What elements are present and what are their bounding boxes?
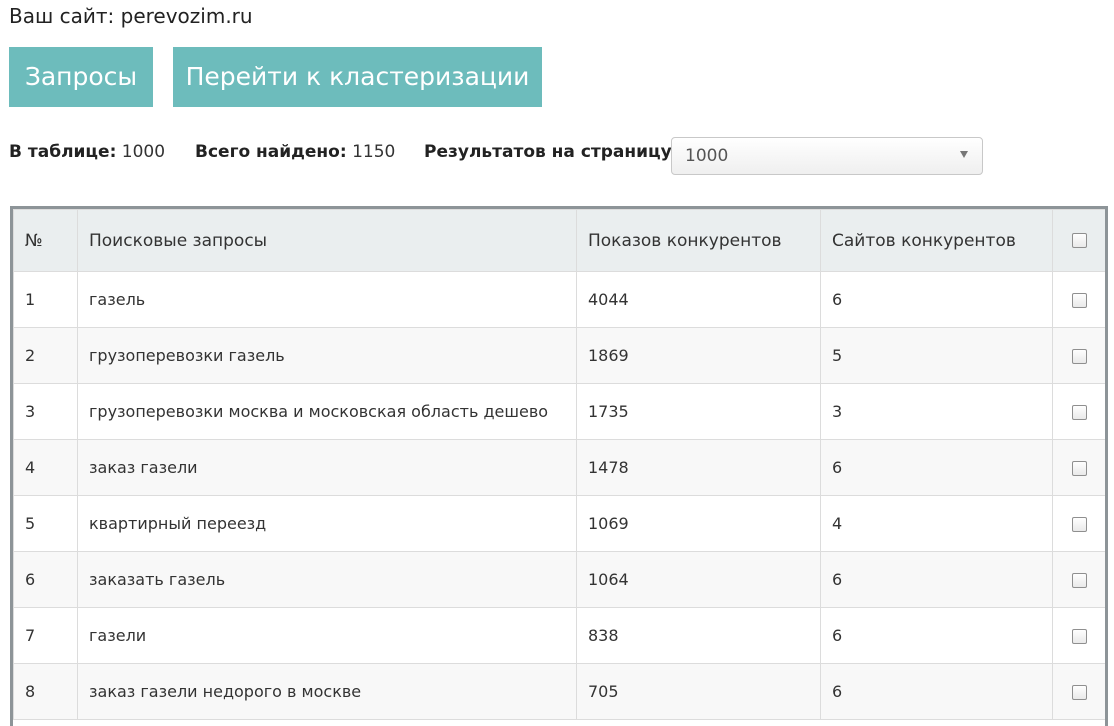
cell-sites: 3 [820,383,1053,440]
cell-query: заказать газель [77,551,577,608]
column-header-impressions[interactable]: Показов конкурентов [576,209,821,272]
column-header-sites[interactable]: Сайтов конкурентов [820,209,1053,272]
table-header-row: № Поисковые запросы Показов конкурентов … [13,209,1105,272]
row-checkbox[interactable] [1071,573,1087,588]
cell-select [1052,607,1105,664]
stat-per-page-label: Результатов на страницу: [424,142,679,162]
column-header-query[interactable]: Поисковые запросы [77,209,577,272]
cell-num: 2 [13,327,78,384]
queries-button[interactable]: Запросы [9,47,153,107]
cell-impressions: 705 [576,663,821,720]
stat-total-found: Всего найдено: 1150 [195,142,395,162]
stat-in-table-label: В таблице: [9,142,117,162]
cell-num: 1 [13,271,78,328]
cell-select [1052,495,1105,552]
table-row: 7 газели 838 6 [13,607,1105,664]
go-to-clustering-button[interactable]: Перейти к кластеризации [173,47,542,107]
cell-num: 5 [13,495,78,552]
cell-select [1052,551,1105,608]
cell-impressions: 1064 [576,551,821,608]
cell-impressions: 1735 [576,383,821,440]
cell-sites: 5 [820,327,1053,384]
row-checkbox[interactable] [1071,517,1087,532]
cell-sites: 6 [820,271,1053,328]
column-header-num: № [13,209,78,272]
cell-query: заказ газели недорого в москве [77,663,577,720]
cell-sites: 6 [820,607,1053,664]
table-row: 8 заказ газели недорого в москве 705 6 [13,663,1105,720]
cell-select [1052,383,1105,440]
cell-select [1052,271,1105,328]
cell-num: 8 [13,663,78,720]
cell-query: грузоперевозки газель [77,327,577,384]
cell-query: грузоперевозки москва и московская облас… [77,383,577,440]
row-checkbox[interactable] [1071,629,1087,644]
column-header-select [1052,209,1105,272]
cell-sites: 6 [820,663,1053,720]
results-per-page-select[interactable]: 1000 [671,137,983,175]
cell-impressions: 1069 [576,495,821,552]
cell-sites: 6 [820,439,1053,496]
row-checkbox[interactable] [1071,685,1087,700]
row-checkbox[interactable] [1071,461,1087,476]
cell-query: газель [77,271,577,328]
table-row: 6 заказать газель 1064 6 [13,551,1105,608]
cell-impressions: 838 [576,607,821,664]
queries-table: № Поисковые запросы Показов конкурентов … [10,206,1108,726]
cell-sites: 4 [820,495,1053,552]
table-row: 4 заказ газели 1478 6 [13,439,1105,496]
stat-in-table-value: 1000 [121,142,166,162]
row-checkbox[interactable] [1071,349,1087,364]
cell-num: 3 [13,383,78,440]
cell-query: квартирный переезд [77,495,577,552]
cell-impressions: 1478 [576,439,821,496]
table-row: 3 грузоперевозки москва и московская обл… [13,383,1105,440]
stat-in-table: В таблице: 1000 [9,142,165,162]
stat-per-page: Результатов на страницу: [424,142,679,162]
row-checkbox[interactable] [1071,405,1087,420]
stat-total-found-label: Всего найдено: [195,142,347,162]
table-row: 2 грузоперевозки газель 1869 5 [13,327,1105,384]
select-all-checkbox[interactable] [1071,233,1087,248]
site-label: Ваш сайт: perevozim.ru [9,4,253,28]
cell-select [1052,663,1105,720]
table-row: 1 газель 4044 6 [13,271,1105,328]
cell-impressions: 4044 [576,271,821,328]
cell-num: 6 [13,551,78,608]
caret-down-icon [960,151,968,158]
cell-select [1052,439,1105,496]
cell-query: газели [77,607,577,664]
cell-num: 4 [13,439,78,496]
row-checkbox[interactable] [1071,293,1087,308]
cell-sites: 6 [820,551,1053,608]
results-per-page-value: 1000 [685,146,729,166]
table-row: 5 квартирный переезд 1069 4 [13,495,1105,552]
cell-num: 7 [13,607,78,664]
cell-query: заказ газели [77,439,577,496]
cell-select [1052,327,1105,384]
cell-impressions: 1869 [576,327,821,384]
stat-total-found-value: 1150 [352,142,396,162]
